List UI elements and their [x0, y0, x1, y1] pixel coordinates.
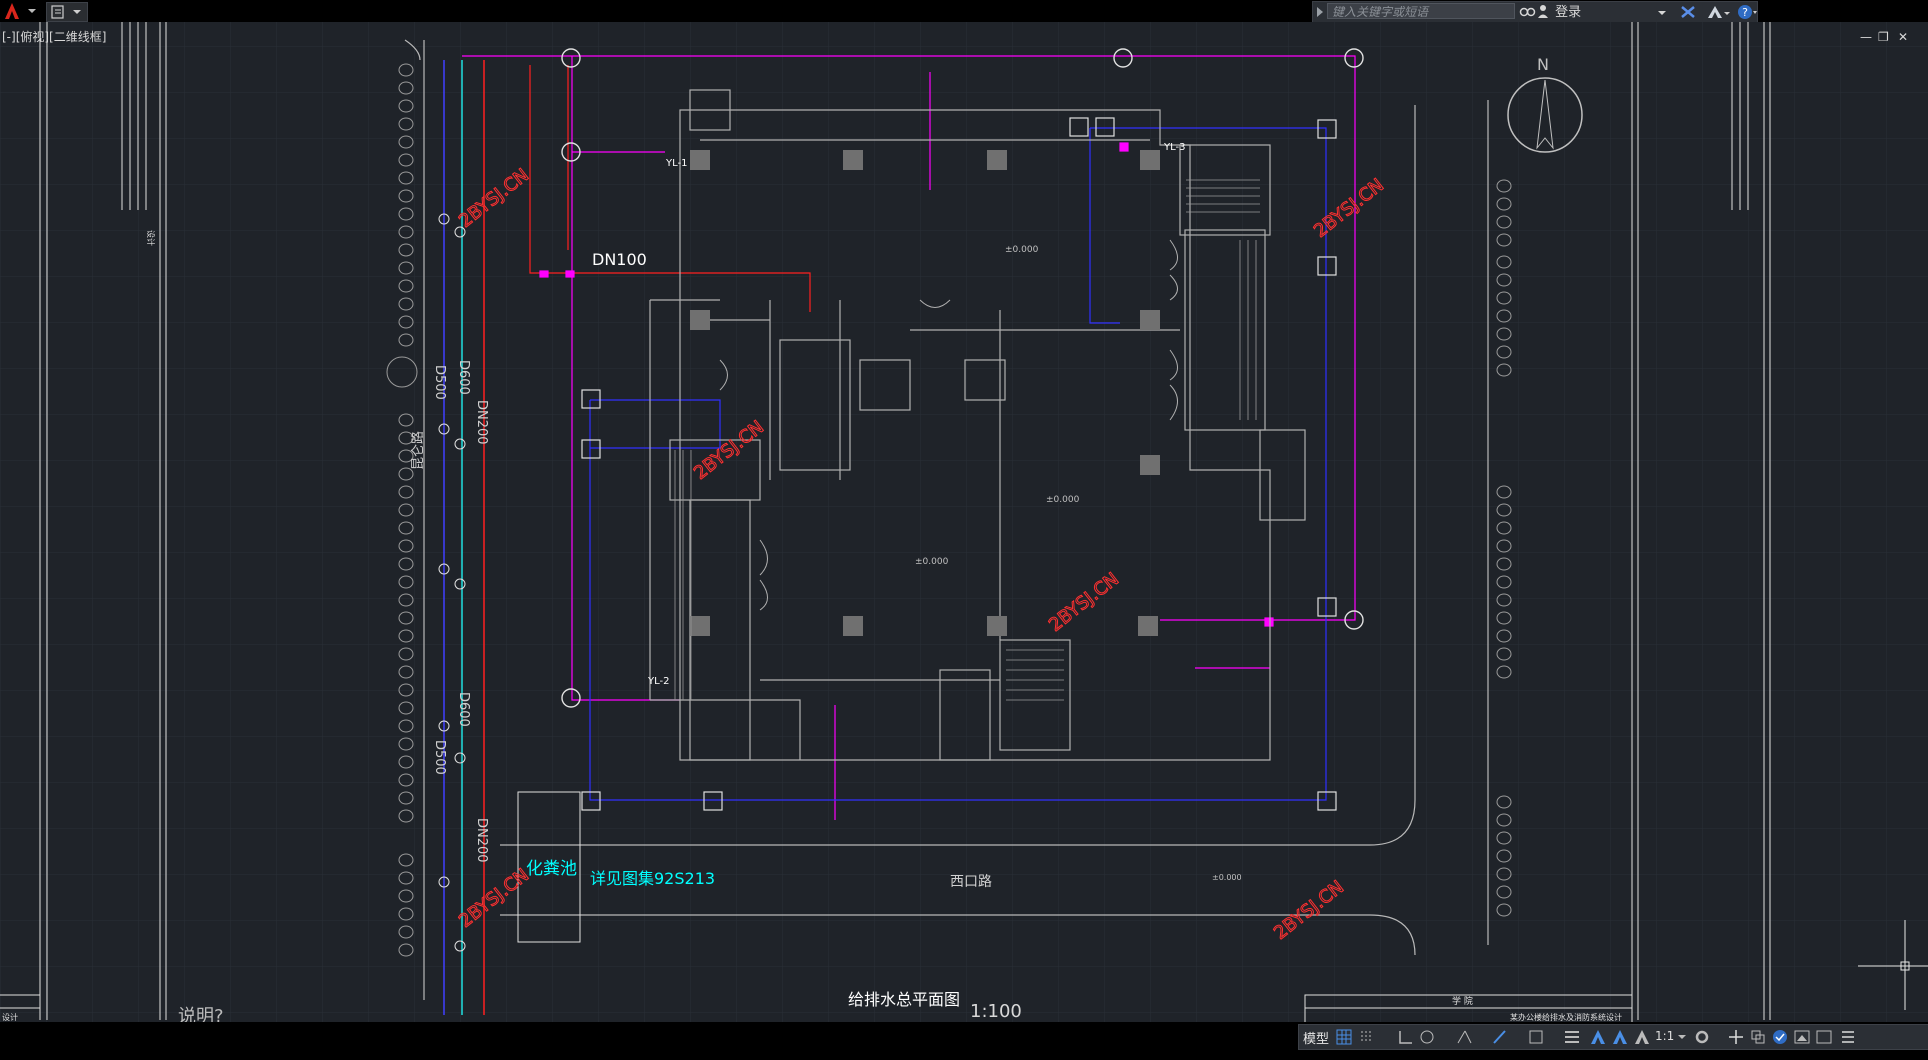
restore-icon[interactable]: ❐: [1878, 30, 1889, 44]
elevation-label-4: ±0.000: [1212, 873, 1242, 882]
chevron-down-icon: [1658, 11, 1666, 15]
annotation-visibility-icon[interactable]: [1589, 1028, 1607, 1046]
pipe-label-d600-lower: D600: [456, 692, 471, 727]
pipe-label-d600-upper: D600: [456, 360, 471, 395]
login-button[interactable]: 登录: [1519, 3, 1669, 21]
left-bottom-text: 设计: [2, 1012, 18, 1022]
drawing-canvas[interactable]: DN100 D600 D500 DN200 D600 D500 DN200 昆仑…: [0, 22, 1928, 1022]
lineweight-icon[interactable]: [1563, 1028, 1581, 1046]
north-label: N: [1537, 55, 1549, 74]
pipe-label-dn200-upper: DN200: [474, 400, 489, 445]
application-menu-button[interactable]: [2, 1, 40, 21]
infocenter-toolbar: 键入关键字或短语 登录 ?: [1312, 1, 1758, 23]
search-input[interactable]: 键入关键字或短语: [1327, 3, 1515, 19]
close-icon[interactable]: ✕: [1898, 30, 1908, 44]
elevation-label-1: ±0.000: [1005, 245, 1039, 255]
login-label: 登录: [1555, 5, 1582, 20]
elevation-label-3: ±0.000: [915, 557, 949, 567]
grid-display-icon[interactable]: [1335, 1028, 1353, 1046]
binoculars-user-icon: [1519, 5, 1548, 18]
riser-label-yl1: YL-1: [665, 158, 687, 169]
title-block-project: 某办公楼给排水及消防系统设计: [1510, 1012, 1622, 1022]
object-snap-tracking-icon[interactable]: [1491, 1028, 1509, 1046]
pipe-label-d500-upper: D500: [432, 365, 447, 400]
object-snap-icon[interactable]: [1527, 1028, 1545, 1046]
svg-text:?: ?: [1742, 6, 1748, 19]
riser-label-yl2: YL-2: [647, 676, 669, 687]
pipe-label-d500-lower: D500: [432, 740, 447, 775]
viewport-controls[interactable]: [-][俯视][二维线框]: [2, 28, 106, 45]
pipe-label-dn200-lower: DN200: [474, 818, 489, 863]
road-label-west: 西口路: [950, 874, 992, 890]
autocad-logo-icon: [5, 3, 36, 19]
septic-tank-label: 化粪池: [526, 859, 577, 879]
minimize-icon[interactable]: —: [1860, 30, 1872, 44]
road-label-left: 昆仑路: [410, 431, 426, 470]
riser-label-yl3: YL-3: [1163, 142, 1185, 153]
hardware-acceleration-icon[interactable]: [1771, 1028, 1789, 1046]
autodesk-a360-icon[interactable]: [1705, 4, 1731, 20]
title-block-school: 学 院: [1452, 995, 1473, 1007]
customization-menu-icon[interactable]: [1839, 1028, 1857, 1046]
annotation-scale-icon[interactable]: [1633, 1028, 1651, 1046]
clean-screen-icon[interactable]: [1793, 1028, 1811, 1046]
help-icon[interactable]: ?: [1737, 4, 1757, 20]
elevation-label-2: ±0.000: [1046, 495, 1080, 505]
status-toolbar: 模型 1:1: [1298, 1024, 1928, 1050]
annotation-scale-value[interactable]: 1:1: [1655, 1029, 1674, 1043]
snap-mode-icon[interactable]: [1359, 1028, 1377, 1046]
isometric-icon[interactable]: [1455, 1028, 1473, 1046]
exchange-icon[interactable]: [1679, 4, 1699, 20]
drawing-title: 给排水总平面图: [848, 990, 960, 1009]
quick-access-icon: [51, 5, 81, 19]
pipe-label-dn100: DN100: [592, 250, 647, 269]
isolate-objects-icon[interactable]: [1749, 1028, 1767, 1046]
quick-access-toolbar[interactable]: [46, 2, 88, 22]
ortho-mode-icon[interactable]: [1397, 1028, 1415, 1046]
septic-tank-note: 详见图集92S213: [590, 869, 715, 888]
polar-tracking-icon[interactable]: [1419, 1028, 1437, 1046]
expand-arrow-icon[interactable]: [1315, 4, 1325, 20]
auto-scale-icon[interactable]: [1611, 1028, 1629, 1046]
maximize-viewport-icon[interactable]: [1815, 1028, 1833, 1046]
plus-icon[interactable]: [1727, 1028, 1745, 1046]
model-space-button[interactable]: 模型: [1303, 1028, 1329, 1047]
workspace-gear-icon[interactable]: [1693, 1028, 1711, 1046]
drawing-scale: 1:100: [970, 1001, 1022, 1022]
title-bar: 键入关键字或短语 登录 ?: [0, 0, 1928, 23]
left-panel-text: 设计: [146, 230, 156, 246]
notes-heading: 说明?: [178, 1006, 224, 1022]
